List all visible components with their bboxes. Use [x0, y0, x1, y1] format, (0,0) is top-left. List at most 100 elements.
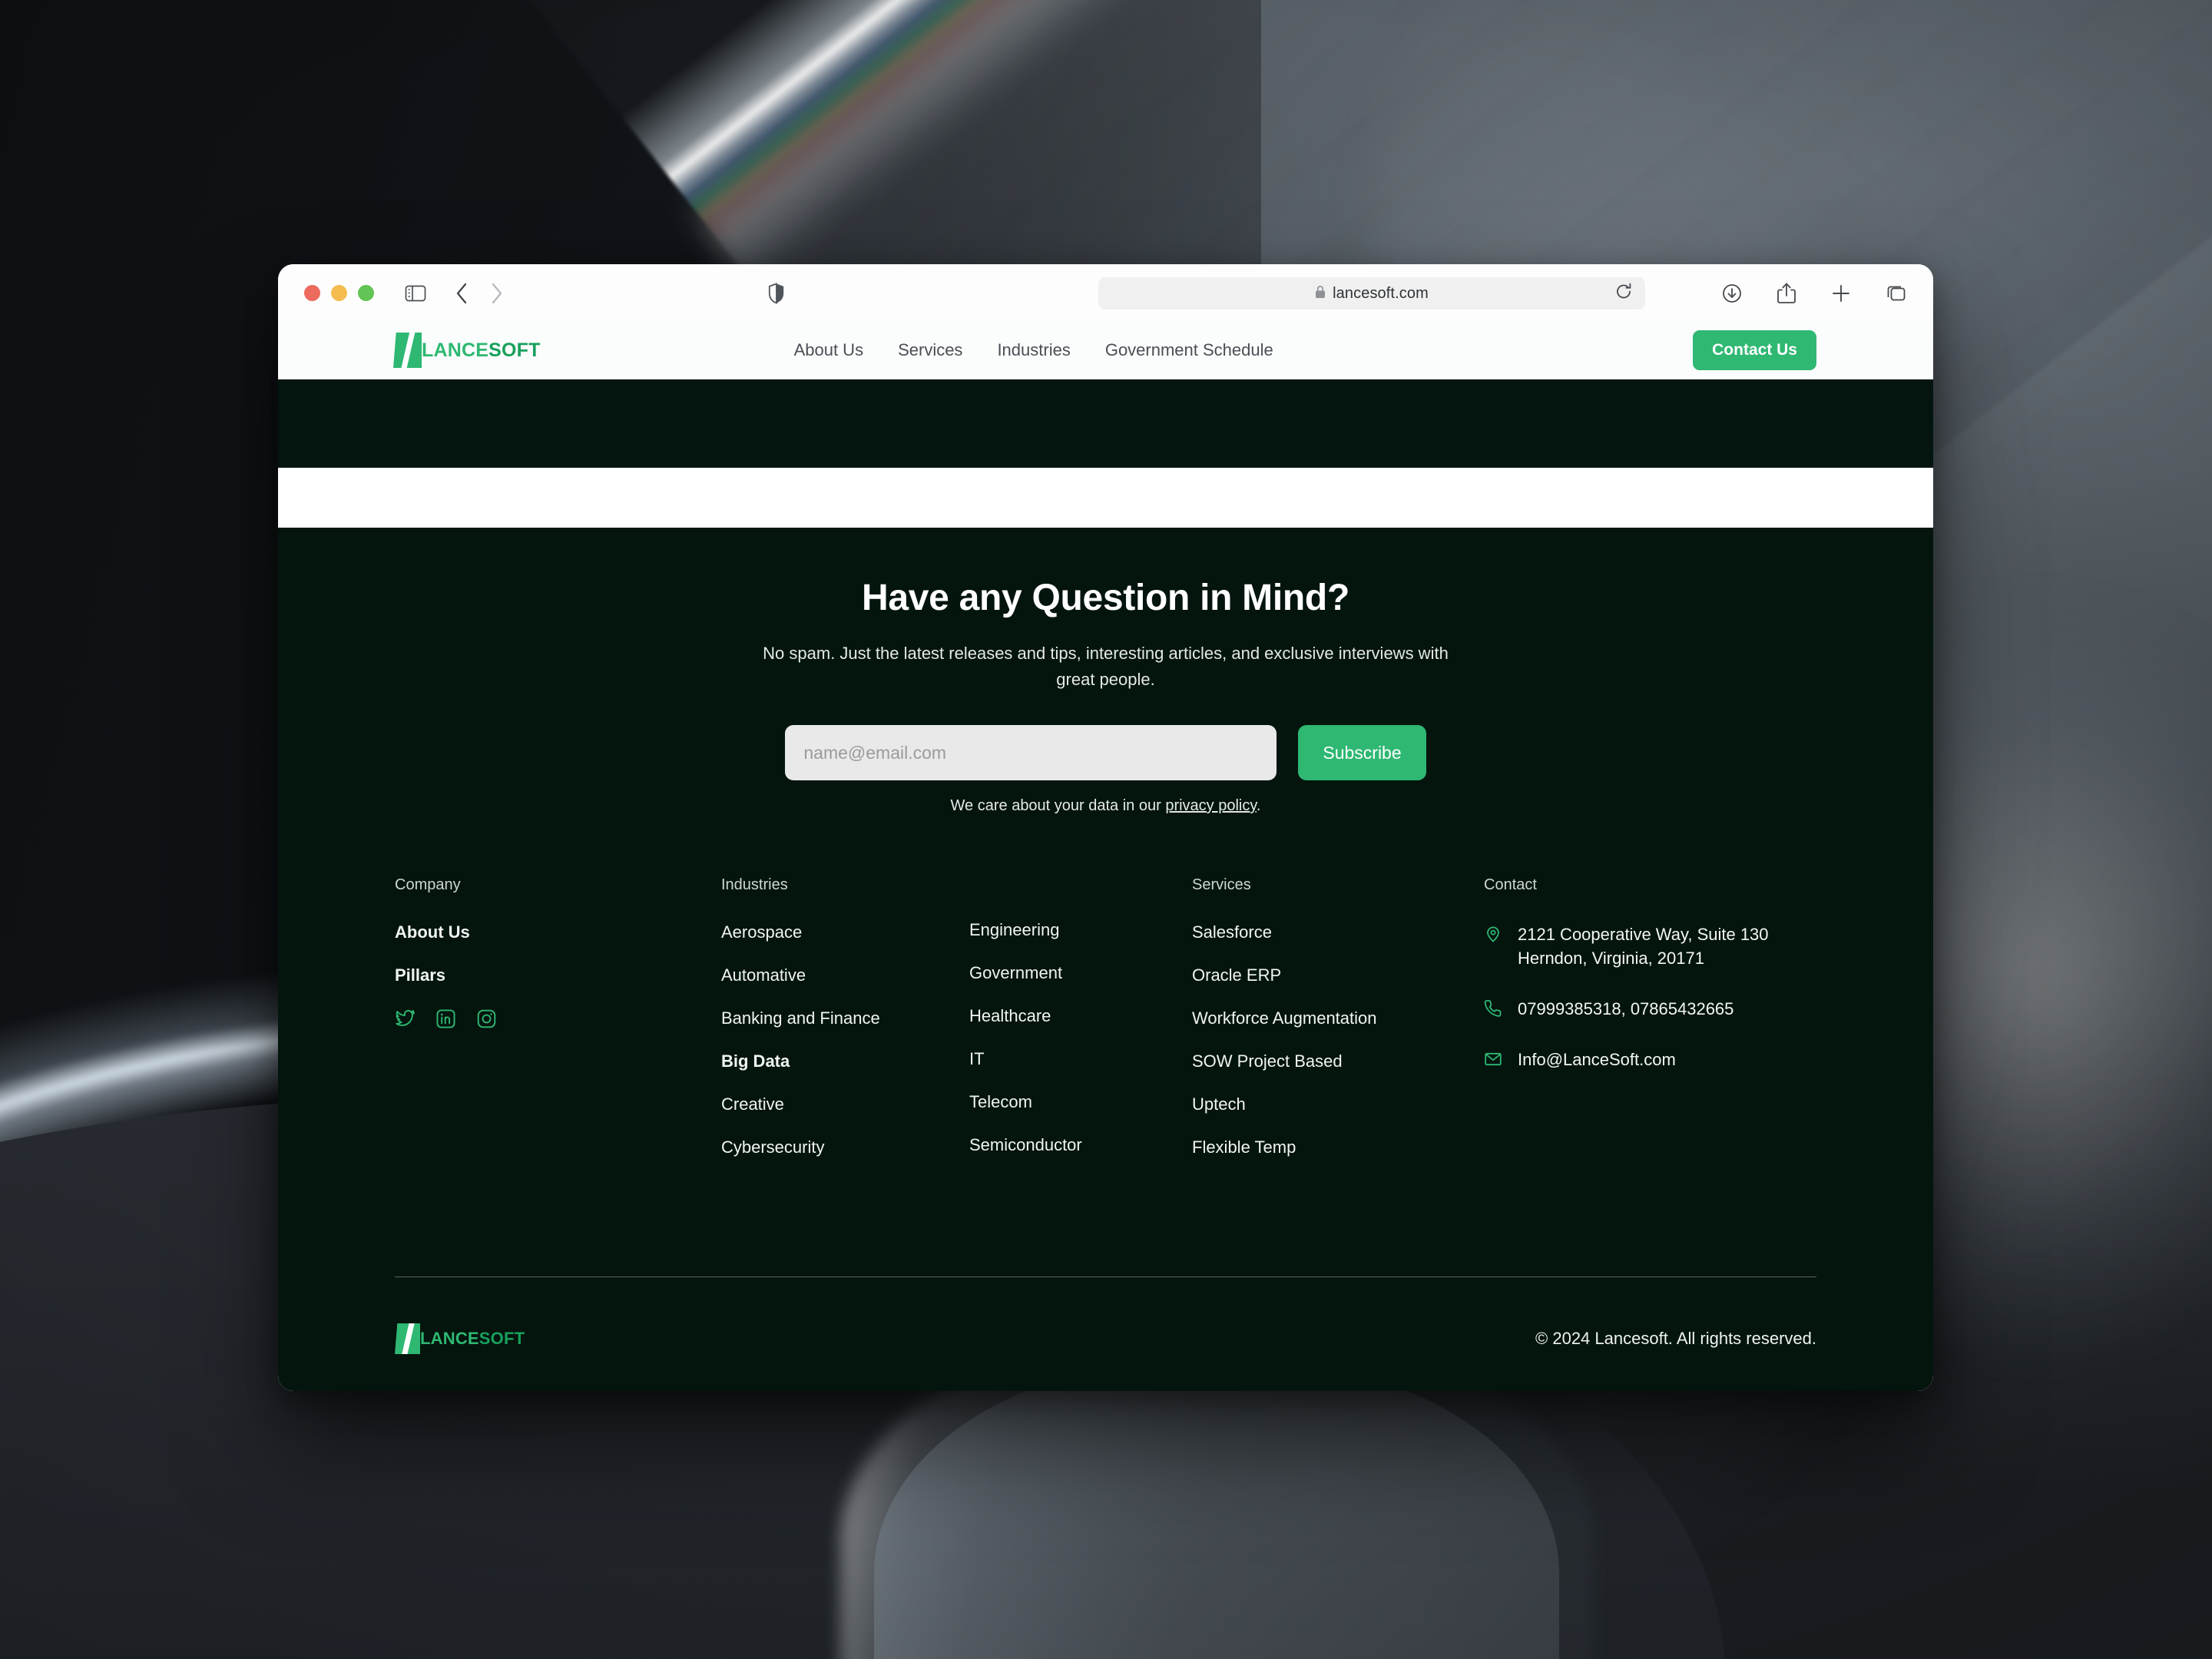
footer-link-oracle-erp[interactable]: Oracle ERP	[1192, 965, 1281, 985]
footer-bottom-row: LANCESOFT © 2024 Lancesoft. All rights r…	[395, 1323, 1816, 1354]
footer-link-uptech[interactable]: Uptech	[1192, 1094, 1246, 1114]
list-item: Oracle ERP	[1192, 965, 1484, 985]
list-item: Banking and Finance	[721, 1008, 969, 1028]
footer-link-sow-project-based[interactable]: SOW Project Based	[1192, 1051, 1343, 1071]
privacy-shield-icon[interactable]	[768, 282, 785, 304]
list-item: Engineering	[969, 920, 1192, 940]
footer-link-workforce-augmentation[interactable]: Workforce Augmentation	[1192, 1008, 1377, 1028]
list-item: SOW Project Based	[1192, 1051, 1484, 1071]
list-item: Healthcare	[969, 1006, 1192, 1026]
browser-toolbar: lancesoft.com	[278, 264, 1933, 322]
footer-link-semiconductor[interactable]: Semiconductor	[969, 1135, 1082, 1155]
site-logo-text: LANCESOFT	[422, 339, 541, 362]
footer-column-contact: Contact 2121 Cooperative Way, Suite 130 …	[1484, 876, 1816, 1181]
list-item: Cybersecurity	[721, 1137, 969, 1157]
list-item: Telecom	[969, 1092, 1192, 1112]
footer-link-cybersecurity[interactable]: Cybersecurity	[721, 1137, 824, 1157]
list-item: IT	[969, 1049, 1192, 1069]
footer-link-flexible-temp[interactable]: Flexible Temp	[1192, 1137, 1296, 1157]
footer-logo-text-primary: LANCE	[420, 1329, 479, 1348]
copyright-text: © 2024 Lancesoft. All rights reserved.	[1535, 1329, 1816, 1348]
sidebar-toggle-icon[interactable]	[405, 284, 426, 303]
footer-link-government[interactable]: Government	[969, 963, 1062, 983]
tab-overview-icon[interactable]	[1886, 283, 1907, 304]
privacy-policy-link[interactable]: privacy policy	[1165, 797, 1257, 814]
share-icon[interactable]	[1777, 282, 1796, 305]
list-item: Government	[969, 963, 1192, 983]
contact-address: 2121 Cooperative Way, Suite 130 Herndon,…	[1518, 925, 1769, 969]
nav-item-government-schedule[interactable]: Government Schedule	[1105, 340, 1273, 360]
maximize-window-button[interactable]	[358, 285, 374, 301]
instagram-icon[interactable]	[476, 1008, 497, 1029]
footer-link-salesforce[interactable]: Salesforce	[1192, 922, 1272, 942]
footer-column-industries: Industries Aerospace Automative Banking …	[721, 876, 969, 1181]
minimize-window-button[interactable]	[331, 285, 347, 301]
site-navigation: About Us Services Industries Government …	[794, 340, 1273, 360]
list-item: Pillars	[395, 965, 721, 985]
footer-link-telecom[interactable]: Telecom	[969, 1092, 1032, 1112]
contact-email: Info@LanceSoft.com	[1518, 1049, 1676, 1069]
footer-link-columns: Company About Us Pillars Industries Aero…	[395, 876, 1816, 1181]
footer-logo-text: LANCESOFT	[420, 1329, 525, 1349]
newsletter-heading: Have any Question in Mind?	[862, 578, 1349, 618]
list-item: Aerospace	[721, 922, 969, 942]
lancesoft-logo-mark-icon	[393, 333, 422, 368]
linkedin-icon[interactable]	[435, 1008, 456, 1029]
footer-link-pillars[interactable]: Pillars	[395, 965, 445, 985]
list-item: Workforce Augmentation	[1192, 1008, 1484, 1028]
phone-icon	[1484, 999, 1502, 1022]
nav-item-about-us[interactable]: About Us	[794, 340, 864, 360]
footer-link-engineering[interactable]: Engineering	[969, 920, 1059, 940]
footer-link-creative[interactable]: Creative	[721, 1094, 784, 1114]
footer-column-industries-2: Engineering Government Healthcare IT Tel…	[969, 876, 1192, 1181]
address-bar[interactable]: lancesoft.com	[1098, 277, 1645, 310]
site-footer: Have any Question in Mind? No spam. Just…	[278, 528, 1933, 1391]
privacy-note-suffix: .	[1256, 797, 1261, 815]
footer-column-title: Services	[1192, 876, 1251, 893]
twitter-icon[interactable]	[395, 1008, 416, 1029]
subscribe-button[interactable]: Subscribe	[1298, 725, 1426, 781]
browser-window: lancesoft.com Have any Question in Mind?…	[278, 264, 1933, 1391]
contact-details-list: 2121 Cooperative Way, Suite 130 Herndon,…	[1484, 922, 1816, 1072]
footer-link-big-data[interactable]: Big Data	[721, 1051, 790, 1071]
site-header: LANCESOFT About Us Services Industries G…	[278, 322, 1933, 379]
footer-link-it[interactable]: IT	[969, 1049, 985, 1069]
footer-industries-links-2: Engineering Government Healthcare IT Tel…	[969, 920, 1192, 1155]
close-window-button[interactable]	[304, 285, 320, 301]
footer-column-title: Company	[395, 876, 461, 893]
navigation-arrows	[455, 283, 503, 304]
footer-link-banking-and-finance[interactable]: Banking and Finance	[721, 1008, 880, 1028]
footer-column-company: Company About Us Pillars	[395, 876, 721, 1181]
footer-column-title: Contact	[1484, 876, 1537, 893]
location-pin-icon	[1484, 925, 1502, 947]
contact-us-button[interactable]: Contact Us	[1693, 330, 1816, 370]
forward-chevron-icon[interactable]	[491, 283, 503, 304]
footer-logo[interactable]: LANCESOFT	[395, 1323, 525, 1354]
footer-industries-links-1: Aerospace Automative Banking and Finance…	[721, 922, 969, 1157]
footer-company-links: About Us Pillars	[395, 922, 721, 985]
footer-link-about-us[interactable]: About Us	[395, 922, 470, 942]
back-chevron-icon[interactable]	[455, 283, 468, 304]
address-bar-url: lancesoft.com	[1333, 284, 1429, 302]
list-item: Creative	[721, 1094, 969, 1114]
site-logo-text-secondary: SOFT	[488, 339, 541, 361]
footer-column-services: Services Salesforce Oracle ERP Workforce…	[1192, 876, 1484, 1181]
nav-item-industries[interactable]: Industries	[997, 340, 1070, 360]
email-input[interactable]	[785, 725, 1277, 781]
newsletter-section: Have any Question in Mind? No spam. Just…	[278, 528, 1933, 815]
reload-icon[interactable]	[1615, 283, 1632, 305]
section-white-gap	[278, 468, 1933, 528]
footer-link-automative[interactable]: Automative	[721, 965, 806, 985]
footer-link-healthcare[interactable]: Healthcare	[969, 1006, 1051, 1026]
site-logo-text-primary: LANCE	[422, 339, 489, 361]
site-logo[interactable]: LANCESOFT	[393, 333, 541, 368]
footer-link-aerospace[interactable]: Aerospace	[721, 922, 802, 942]
newsletter-subheading: No spam. Just the latest releases and ti…	[763, 644, 1449, 690]
nav-item-services[interactable]: Services	[898, 340, 962, 360]
list-item: Automative	[721, 965, 969, 985]
list-item: Big Data	[721, 1051, 969, 1071]
downloads-icon[interactable]	[1721, 283, 1743, 304]
footer-column-spacer	[969, 876, 1192, 920]
new-tab-plus-icon[interactable]	[1830, 283, 1852, 304]
contact-phone: 07999385318, 07865432665	[1518, 998, 1734, 1018]
